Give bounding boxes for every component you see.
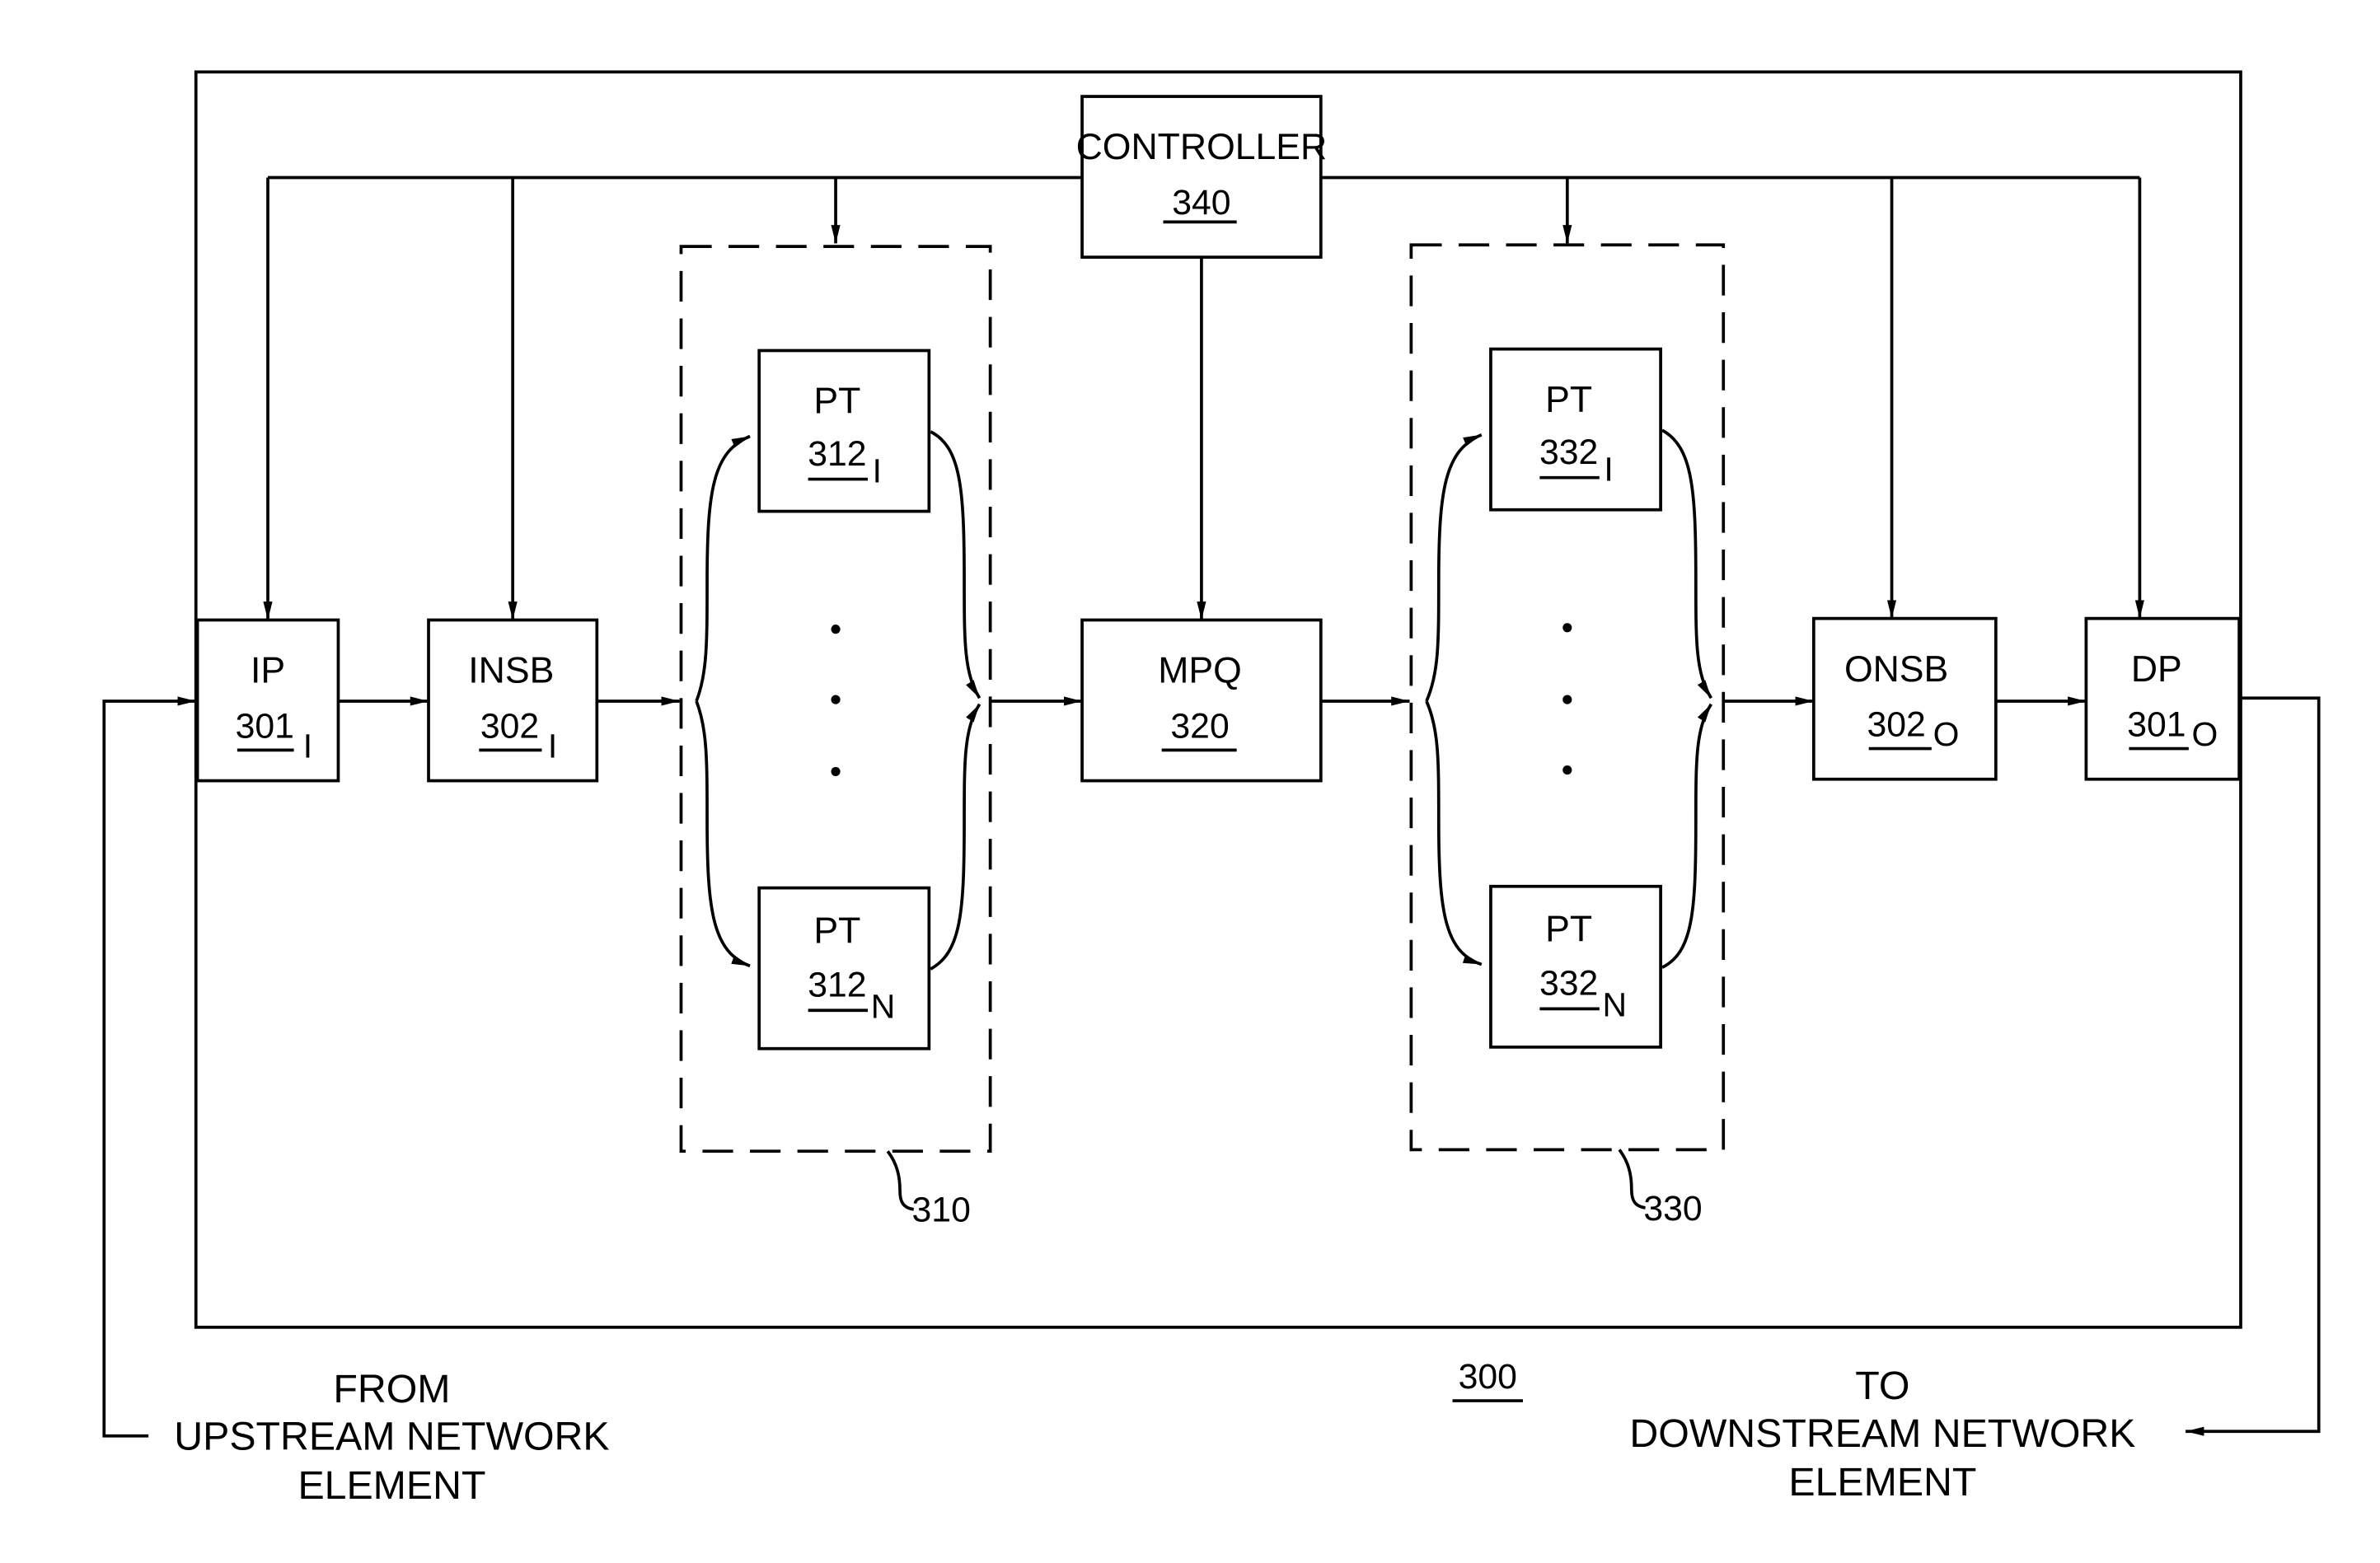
onsb-block: ONSB 302 O — [1811, 616, 1998, 781]
pt-312-last: PT 312 N — [757, 886, 931, 1051]
pool-330-ref: 330 — [1643, 1189, 1702, 1228]
onsb-subscript: O — [1933, 715, 1960, 753]
data-path — [102, 696, 2321, 1438]
caption-line: TO — [1855, 1364, 1909, 1408]
dp-subscript: O — [2192, 715, 2218, 753]
pt-subscript: I — [1604, 450, 1613, 488]
pt-subscript: I — [873, 452, 882, 489]
downstream-caption: TO DOWNSTREAM NETWORK ELEMENT — [1629, 1364, 2135, 1505]
caption-line: ELEMENT — [298, 1463, 485, 1508]
insb-subscript: I — [548, 728, 557, 765]
mpq-label: MPQ — [1158, 651, 1242, 691]
controller-label: CONTROLLER — [1076, 127, 1328, 167]
pt-ref: 312 — [808, 434, 866, 474]
dp-block: DP 301 O — [2084, 616, 2241, 781]
processing-pool-310: PT 312 I PT 312 N 310 — [679, 245, 992, 1230]
ip-subscript: I — [303, 728, 312, 765]
mpq-block: MPQ 320 — [1080, 618, 1323, 783]
insb-block: INSB 302 I — [427, 618, 599, 783]
onsb-ref: 302 — [1867, 705, 1925, 745]
figure-ref: 300 — [1459, 1357, 1517, 1397]
pt-312-first: PT 312 I — [757, 349, 931, 513]
caption-line: ELEMENT — [1788, 1460, 1976, 1505]
controller-block: CONTROLLER 340 — [1076, 95, 1328, 259]
upstream-input-line — [102, 696, 196, 1438]
caption-line: FROM — [333, 1367, 450, 1411]
ip-label: IP — [251, 651, 285, 691]
pt-332-first: PT 332 I — [1489, 347, 1662, 512]
insb-ref: 302 — [480, 707, 539, 746]
onsb-label: ONSB — [1844, 649, 1948, 690]
pt-label: PT — [813, 911, 860, 952]
pt-ref: 332 — [1539, 433, 1598, 472]
pt-label: PT — [813, 381, 860, 422]
downstream-output-line — [2186, 696, 2321, 1436]
dp-ref: 301 — [2127, 705, 2186, 745]
ip-block: IP 301 I — [195, 618, 340, 783]
network-element-diagram: CONTROLLER 340 IP 301 I INSB 302 I PT 31… — [102, 70, 2321, 1508]
controller-ref: 340 — [1172, 183, 1230, 222]
pt-subscript: N — [871, 988, 896, 1026]
pt-ref: 312 — [808, 966, 866, 1005]
upstream-caption: FROM UPSTREAM NETWORK ELEMENT — [174, 1367, 609, 1508]
mpq-ref: 320 — [1170, 707, 1229, 746]
caption-line: UPSTREAM NETWORK — [174, 1415, 609, 1459]
caption-line: DOWNSTREAM NETWORK — [1629, 1411, 2135, 1456]
dp-label: DP — [2131, 649, 2182, 690]
insb-label: INSB — [468, 651, 554, 691]
pt-label: PT — [1545, 380, 1592, 420]
pt-label: PT — [1545, 910, 1592, 950]
processing-pool-330: PT 332 I PT 332 N 330 — [1409, 243, 1726, 1228]
pt-332-last: PT 332 N — [1489, 884, 1662, 1049]
pt-subscript: N — [1603, 986, 1628, 1024]
ip-ref: 301 — [236, 707, 294, 746]
pool-310-ref: 310 — [912, 1191, 971, 1230]
pt-ref: 332 — [1539, 964, 1598, 1004]
